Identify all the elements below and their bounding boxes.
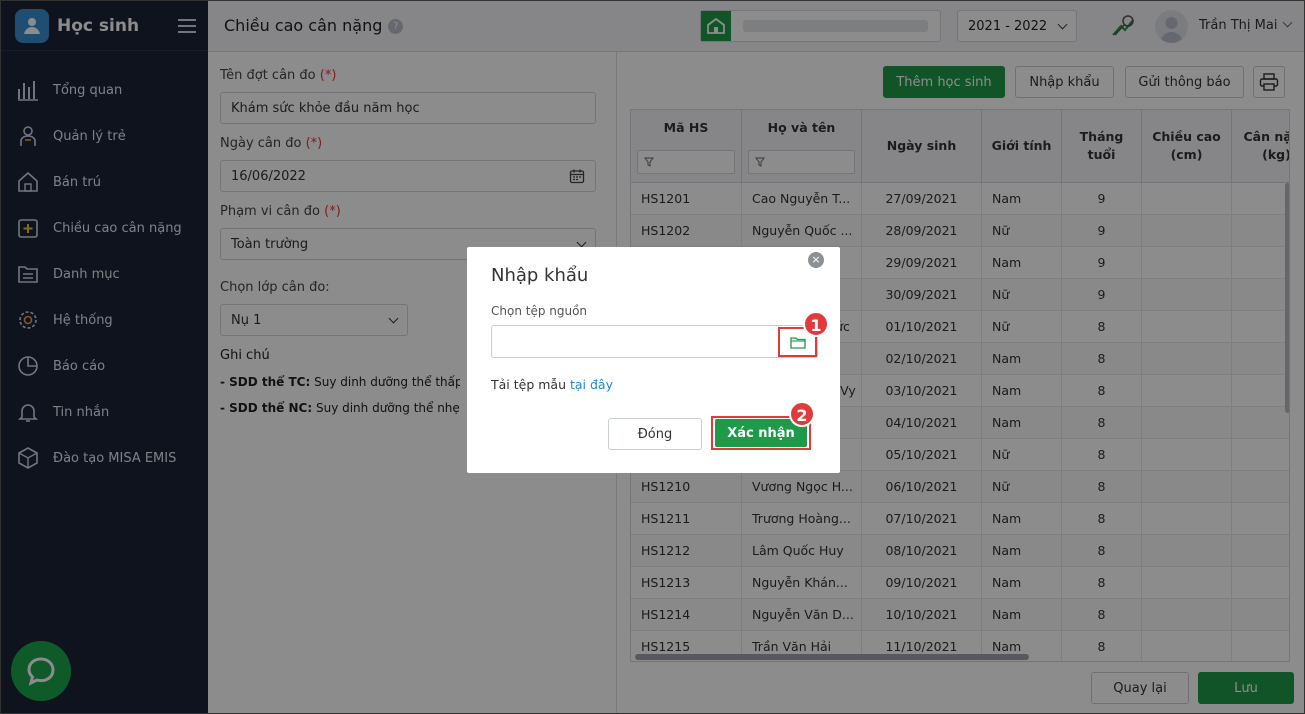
- step-badge-2: 2: [789, 401, 815, 427]
- template-download-link[interactable]: tại đây: [570, 377, 613, 392]
- step-badge-1: 1: [803, 311, 829, 337]
- import-dialog: Nhập khẩu × Chọn tệp nguồn 1 Tải tệp mẫu…: [467, 247, 840, 473]
- app-window: Học sinh Tổng quan Quản lý trẻ Bán trú Chiề…: [0, 0, 1305, 714]
- folder-icon: [789, 336, 806, 349]
- close-icon[interactable]: ×: [808, 252, 824, 268]
- template-download-text: Tải tệp mẫu tại đây: [491, 377, 613, 392]
- source-file-input[interactable]: [491, 325, 818, 358]
- dialog-title: Nhập khẩu: [491, 265, 589, 286]
- close-button[interactable]: Đóng: [608, 418, 702, 450]
- source-file-label: Chọn tệp nguồn: [491, 304, 588, 318]
